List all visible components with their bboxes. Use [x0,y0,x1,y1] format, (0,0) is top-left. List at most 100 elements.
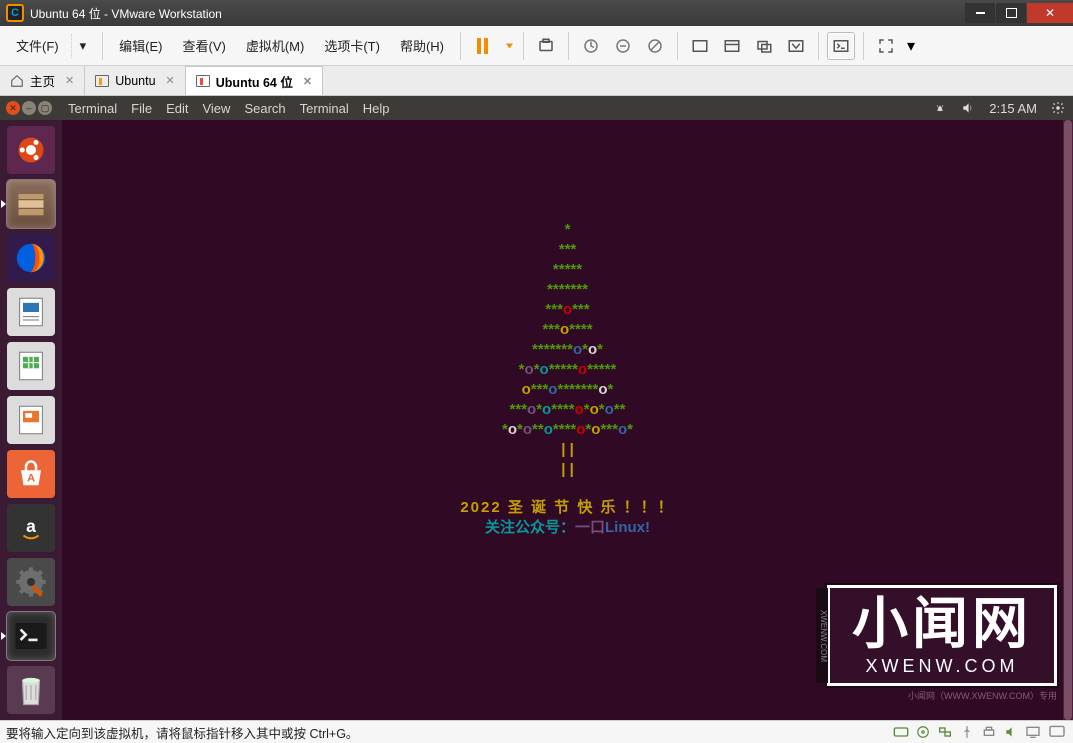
tab-home-label: 主页 [30,71,55,90]
terminal-menu-help[interactable]: Help [363,101,390,116]
usb-icon[interactable] [959,725,975,739]
tree-line: ******* [460,280,674,300]
tree-line: *o*o**o****o*o***o* [460,420,674,440]
terminal-menu-edit[interactable]: Edit [166,101,188,116]
menu-help[interactable]: 帮助(H) [392,32,452,59]
pause-button[interactable] [469,32,497,60]
menu-tabs[interactable]: 选项卡(T) [316,32,388,59]
power-dropdown[interactable] [501,32,515,60]
tree-trunk: | | [460,460,674,480]
terminal-menu-terminal[interactable]: Terminal [300,101,349,116]
tab-home[interactable]: 主页 ✕ [0,66,85,95]
console-button[interactable] [827,32,855,60]
tab-close-icon[interactable]: ✕ [65,74,74,87]
dash-icon[interactable] [7,126,55,174]
tab-ubuntu[interactable]: Ubuntu ✕ [85,66,186,95]
ubuntu-close-button[interactable]: ✕ [6,101,20,115]
trash-icon[interactable] [7,666,55,714]
network-icon[interactable] [933,101,947,115]
vm-tabs: 主页 ✕ Ubuntu ✕ Ubuntu 64 位 ✕ [0,66,1073,96]
printer-icon[interactable] [981,725,997,739]
snapshot-manage-icon[interactable] [641,32,669,60]
minimize-button[interactable] [965,3,995,23]
watermark-big: 小闻网 [852,596,1032,652]
tree-line: *o*o*****o***** [460,360,674,380]
message-icon[interactable] [1047,725,1067,739]
status-text: 要将输入定向到该虚拟机，请将鼠标指针移入其中或按 Ctrl+G。 [6,723,893,742]
gear-icon[interactable] [1051,101,1065,115]
menu-vm[interactable]: 虚拟机(M) [238,32,313,59]
ubuntu-maximize-button[interactable]: ▢ [38,101,52,115]
vmware-titlebar: C Ubuntu 64 位 - VMware Workstation [0,0,1073,26]
volume-icon[interactable] [961,101,975,115]
tree-line: ***o*** [460,300,674,320]
tab-ubuntu-label: Ubuntu [115,74,155,88]
tree-line: ***** [460,260,674,280]
tree-trunk: | | [460,440,674,460]
fullscreen-dropdown[interactable]: ▾ [904,32,918,60]
terminal-menu-search[interactable]: Search [244,101,285,116]
terminal-launcher-icon[interactable] [7,612,55,660]
vm-icon [95,75,109,87]
fit-window-icon[interactable] [718,32,746,60]
terminal-menu-view[interactable]: View [202,101,230,116]
software-icon[interactable]: A [7,450,55,498]
watermark-side: XWENW.COM [816,588,828,683]
ubuntu-menubar: ✕ – ▢ Terminal File Edit View Search Ter… [0,96,1073,120]
tab-close-icon[interactable]: ✕ [166,74,175,87]
network-status-icon[interactable] [937,725,953,739]
tab-ubuntu64-label: Ubuntu 64 位 [216,72,293,91]
tab-ubuntu64[interactable]: Ubuntu 64 位 ✕ [186,66,323,95]
display-status-icon[interactable] [1025,725,1041,739]
snapshot-button[interactable] [532,32,560,60]
fullscreen-button[interactable] [872,32,900,60]
writer-icon[interactable] [7,288,55,336]
settings-icon[interactable] [7,558,55,606]
snapshot-take-icon[interactable] [577,32,605,60]
greeting-line-1: 2022 圣 诞 节 快 乐 ！！！ [460,498,674,518]
menu-edit[interactable]: 编辑(E) [111,32,170,59]
terminal-menu-file[interactable]: File [131,101,152,116]
svg-text:a: a [26,516,36,536]
status-device-icons [893,725,1067,739]
terminal-scrollbar[interactable] [1063,120,1073,720]
home-icon [10,74,24,88]
clock[interactable]: 2:15 AM [989,101,1037,116]
terminal-menubar: Terminal File Edit View Search Terminal … [68,101,390,116]
impress-icon[interactable] [7,396,55,444]
amazon-icon[interactable]: a [7,504,55,552]
tree-line: ***o**** [460,320,674,340]
watermark-box: XWENW.COM 小闻网 XWENW.COM [827,585,1057,686]
tree-line: o***o*******o* [460,380,674,400]
window-controls [964,3,1073,23]
svg-text:A: A [27,473,35,485]
calc-icon[interactable] [7,342,55,390]
menu-file[interactable]: 文件(F) [8,32,67,59]
tree-line: *** [460,240,674,260]
files-icon[interactable] [7,180,55,228]
disk-icon[interactable] [893,725,909,739]
menu-view[interactable]: 查看(V) [174,32,233,59]
fit-guest-icon[interactable] [686,32,714,60]
ubuntu-minimize-button[interactable]: – [22,101,36,115]
sound-status-icon[interactable] [1003,725,1019,739]
ubuntu-window-controls: ✕ – ▢ [0,101,58,115]
tab-close-icon[interactable]: ✕ [303,75,312,88]
unity-launcher: A a [0,120,62,720]
vmware-logo-icon: C [6,4,24,22]
watermark-small: XWENW.COM [852,656,1032,677]
close-button[interactable] [1027,3,1073,23]
tree-line: ***o*o****o*o*o** [460,400,674,420]
firefox-icon[interactable] [7,234,55,282]
maximize-button[interactable] [996,3,1026,23]
guest-display[interactable]: ✕ – ▢ Terminal File Edit View Search Ter… [0,96,1073,720]
tree-line: *******o*o* [460,340,674,360]
cd-icon[interactable] [915,725,931,739]
vmware-menubar: 文件(F) ▾ 编辑(E) 查看(V) 虚拟机(M) 选项卡(T) 帮助(H) … [0,26,1073,66]
snapshot-revert-icon[interactable] [609,32,637,60]
vmware-statusbar: 要将输入定向到该虚拟机，请将鼠标指针移入其中或按 Ctrl+G。 [0,720,1073,743]
unity-icon[interactable] [750,32,778,60]
vm-icon [196,75,210,87]
thumbnail-icon[interactable] [782,32,810,60]
greeting-line-2: 关注公众号：一口Linux! [460,518,674,538]
